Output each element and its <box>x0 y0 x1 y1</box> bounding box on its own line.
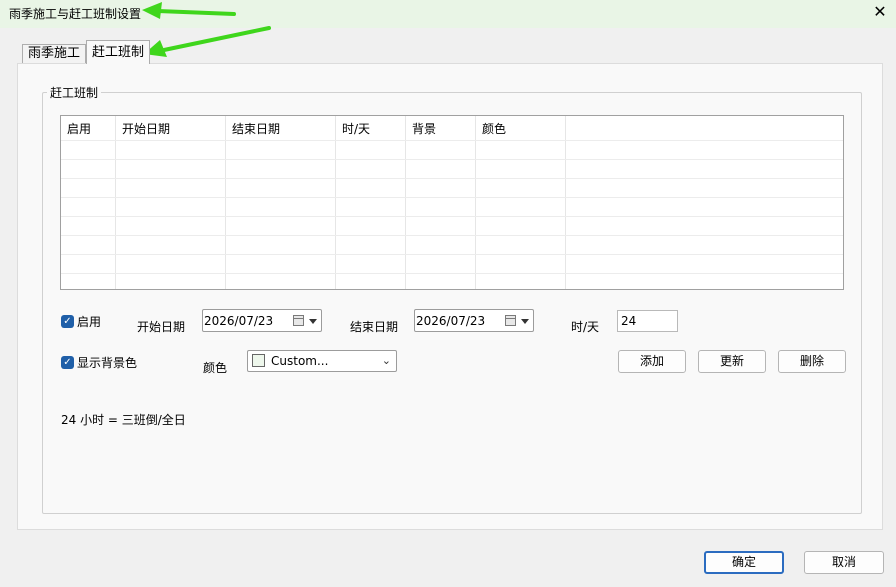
chevron-down-icon[interactable]: ⌄ <box>382 354 391 367</box>
show-background-label: 显示背景色 <box>77 356 138 370</box>
group-title: 赶工班制 <box>47 84 102 101</box>
hours-input-box[interactable] <box>617 310 678 332</box>
window-title: 雨季施工与赶工班制设置 <box>9 7 142 21</box>
color-swatch <box>252 354 265 367</box>
start-date-value: 2026/07/23 <box>204 314 274 328</box>
add-button[interactable]: 添加 <box>618 350 686 373</box>
annotation-arrow-title <box>142 2 236 19</box>
row-divider <box>61 273 843 274</box>
end-date-value: 2026/07/23 <box>416 314 486 328</box>
start-date-picker[interactable]: 2026/07/23 <box>202 309 322 332</box>
tab-rush-shift[interactable]: 赶工班制 <box>86 40 151 64</box>
delete-button[interactable]: 删除 <box>778 350 846 373</box>
table-column <box>226 116 336 289</box>
row-divider <box>61 178 843 179</box>
shift-table[interactable]: 启用 开始日期 结束日期 时/天 背景 颜色 <box>60 115 844 290</box>
title-bar: 雨季施工与赶工班制设置 ✕ <box>0 0 896 28</box>
color-label: 颜色 <box>203 361 228 375</box>
dropdown-arrow-icon[interactable] <box>521 319 529 324</box>
column-header-color[interactable]: 颜色 <box>476 120 506 137</box>
row-divider <box>61 235 843 236</box>
dropdown-arrow-icon[interactable] <box>309 319 317 324</box>
row-divider <box>61 216 843 217</box>
column-header-end-date[interactable]: 结束日期 <box>226 120 280 137</box>
color-select-value: Custom... <box>271 354 329 368</box>
end-date-picker[interactable]: 2026/07/23 <box>414 309 534 332</box>
table-column <box>116 116 226 289</box>
table-column <box>476 116 566 289</box>
color-select[interactable]: Custom... ⌄ <box>247 350 397 372</box>
row-divider <box>61 159 843 160</box>
tab-strip: 雨季施工 赶工班制 <box>0 40 896 64</box>
enable-label: 启用 <box>77 315 102 329</box>
column-header-enable[interactable]: 启用 <box>61 120 91 137</box>
show-background-checkbox[interactable]: ✓ <box>61 356 74 369</box>
hours-input[interactable] <box>618 311 677 331</box>
ok-button[interactable]: 确定 <box>704 551 784 574</box>
end-date-label: 结束日期 <box>350 320 399 334</box>
column-header-background[interactable]: 背景 <box>406 120 436 137</box>
update-button[interactable]: 更新 <box>698 350 766 373</box>
close-button[interactable]: ✕ <box>868 2 892 24</box>
calendar-icon[interactable] <box>505 315 516 326</box>
column-header-start-date[interactable]: 开始日期 <box>116 120 170 137</box>
tab-panel: 赶工班制 启用 开始日期 结束日期 时/天 背景 颜色 ✓ 启用 开始日期 20… <box>17 63 883 530</box>
enable-checkbox[interactable]: ✓ <box>61 315 74 328</box>
rush-shift-group: 赶工班制 启用 开始日期 结束日期 时/天 背景 颜色 ✓ 启用 开始日期 20… <box>42 84 862 514</box>
table-column <box>61 116 116 289</box>
start-date-label: 开始日期 <box>137 320 186 334</box>
tab-rainy-season[interactable]: 雨季施工 <box>22 44 87 64</box>
row-divider <box>61 140 843 141</box>
table-column <box>336 116 406 289</box>
shift-note: 24 小时 = 三班倒/全日 <box>61 413 186 427</box>
cancel-button[interactable]: 取消 <box>804 551 884 574</box>
column-header-hours[interactable]: 时/天 <box>336 120 370 137</box>
table-column <box>406 116 476 289</box>
row-divider <box>61 197 843 198</box>
calendar-icon[interactable] <box>293 315 304 326</box>
hours-label: 时/天 <box>571 320 600 334</box>
row-divider <box>61 254 843 255</box>
